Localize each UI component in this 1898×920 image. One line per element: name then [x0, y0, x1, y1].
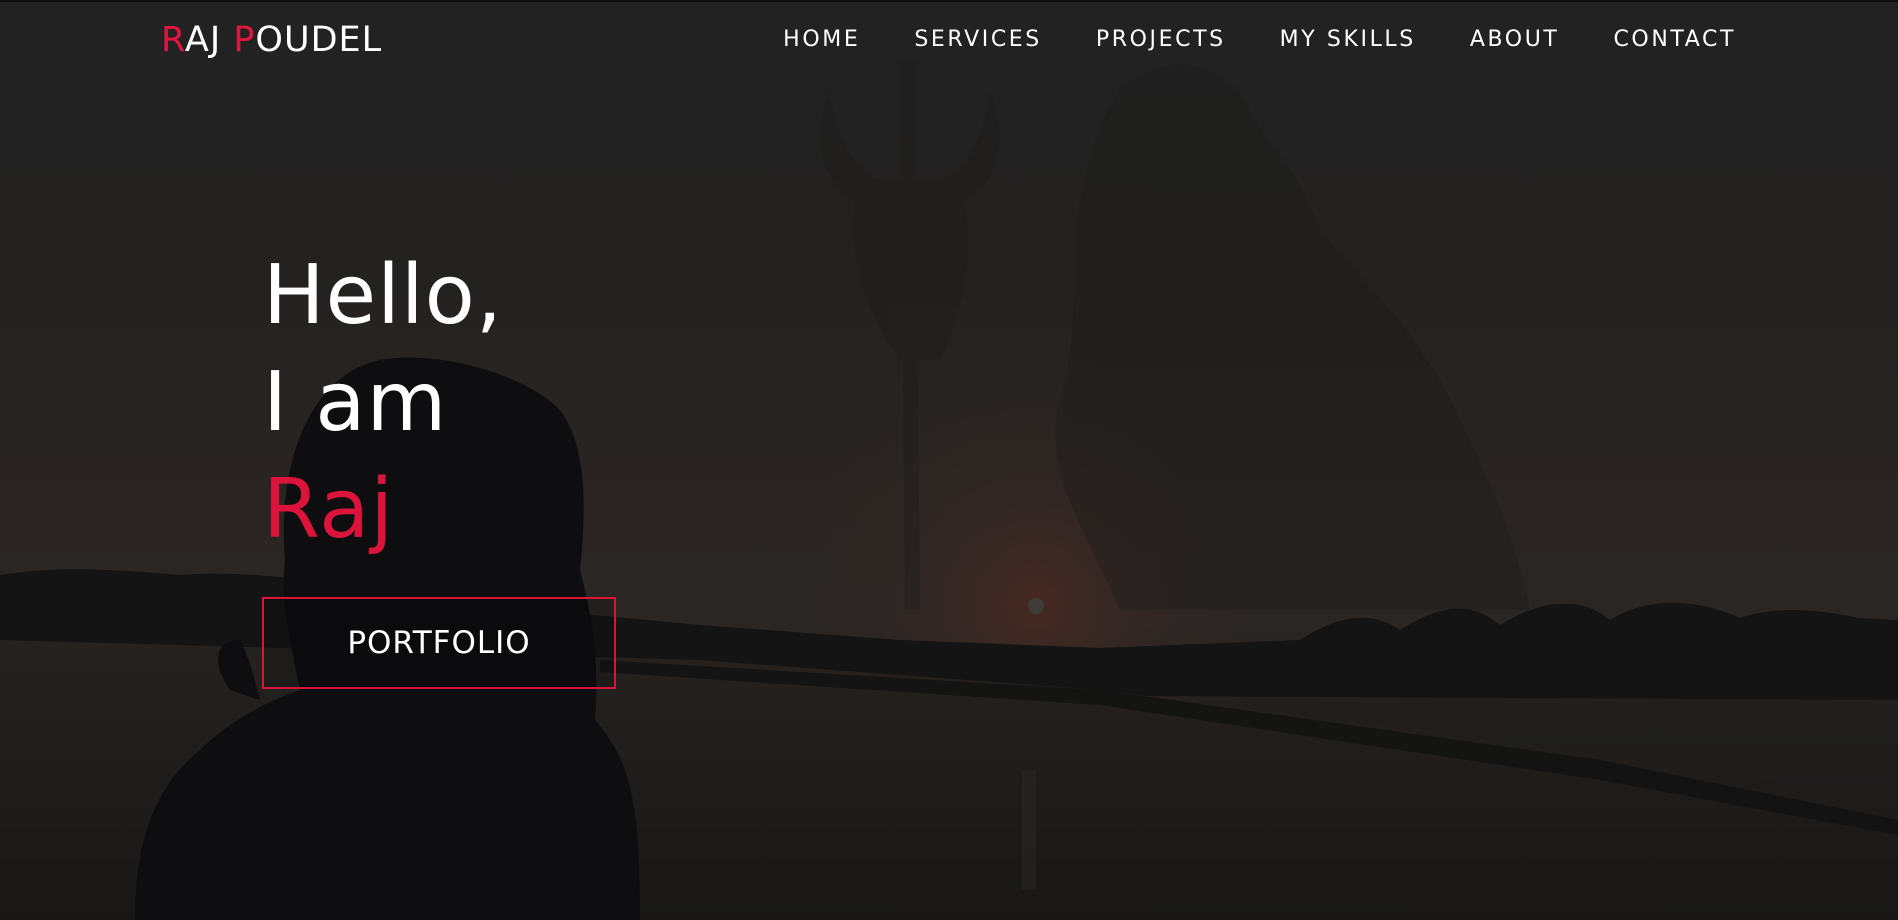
- hero-headline: Hello, I am Raj: [263, 242, 503, 563]
- brand-first-rest: AJ: [184, 20, 222, 60]
- headline-name: Raj: [263, 462, 395, 557]
- nav-contact-link[interactable]: CONTACT: [1613, 27, 1736, 52]
- hero-section: RAJ POUDEL HOME SERVICES PROJECTS MY SKI…: [0, 0, 1898, 920]
- headline-greeting: Hello,: [263, 248, 503, 343]
- nav-home-link[interactable]: HOME: [783, 27, 860, 52]
- main-nav: HOME SERVICES PROJECTS MY SKILLS ABOUT C…: [729, 27, 1736, 52]
- portfolio-button-label: PORTFOLIO: [347, 625, 531, 661]
- brand-logo[interactable]: RAJ POUDEL: [161, 20, 382, 60]
- brand-last-rest: OUDEL: [255, 20, 383, 60]
- nav-about-link[interactable]: ABOUT: [1470, 27, 1560, 52]
- brand-first-initial: R: [161, 20, 185, 60]
- nav-projects-link[interactable]: PROJECTS: [1096, 27, 1226, 52]
- nav-services-link[interactable]: SERVICES: [914, 27, 1042, 52]
- headline-intro: I am: [263, 355, 448, 450]
- top-border: [0, 0, 1898, 2]
- nav-skills-link[interactable]: MY SKILLS: [1280, 27, 1416, 52]
- portfolio-button[interactable]: PORTFOLIO: [262, 597, 616, 689]
- brand-last-initial: P: [233, 20, 256, 60]
